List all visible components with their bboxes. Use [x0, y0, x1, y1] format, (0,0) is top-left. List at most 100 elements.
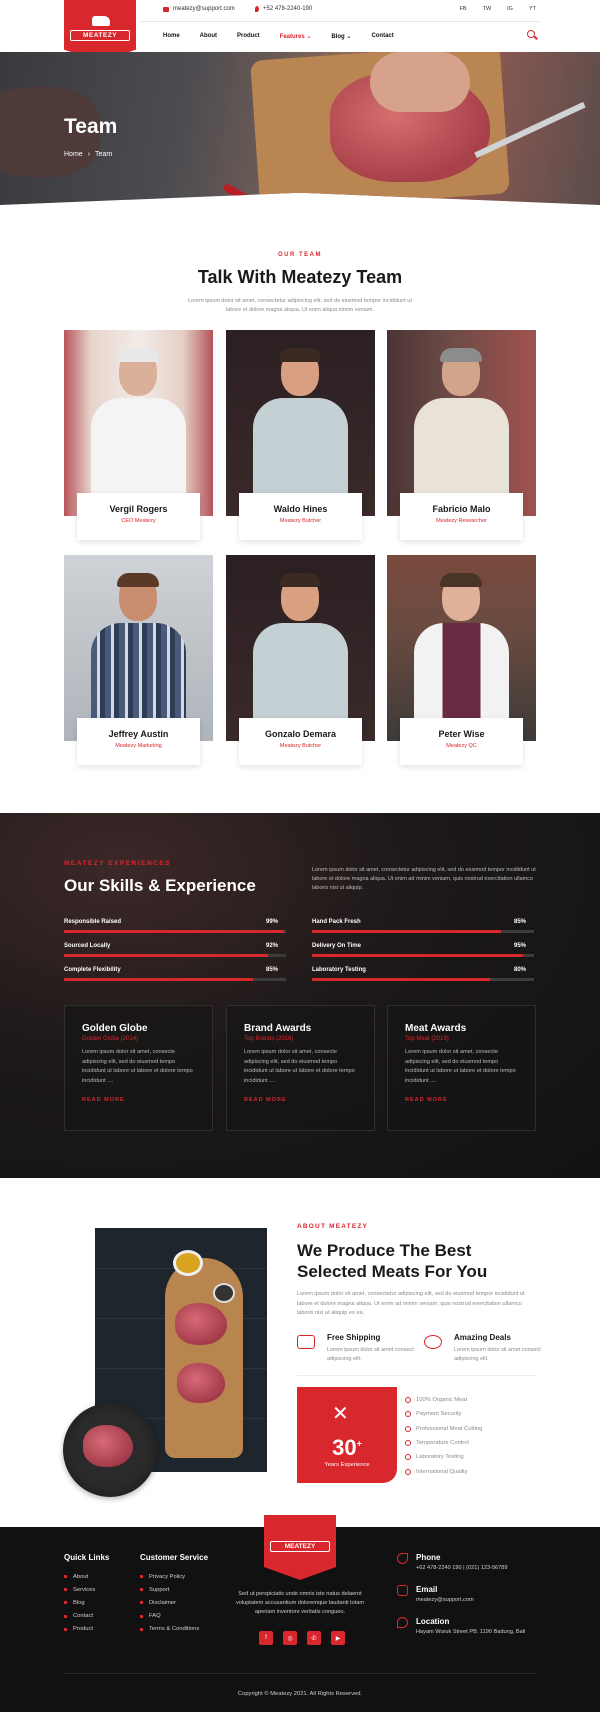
main-nav: Home About Product Features ⌄ Blog ⌄ Con… [163, 33, 394, 40]
member-role: Meatezy QC [446, 743, 477, 749]
member-name: Peter Wise [438, 729, 485, 739]
footer-link[interactable]: Support [140, 1583, 199, 1596]
spice-bowl [213, 1283, 235, 1303]
experience-label: Years Experience [324, 1462, 370, 1468]
skill-fill [64, 930, 284, 933]
footer-logo[interactable]: MEATEZY [264, 1515, 336, 1580]
skill-fill [64, 978, 253, 981]
skill-bar: Complete Flexibility 85% [64, 967, 286, 985]
team-photo [387, 555, 536, 741]
experience-box: ✕ 30+ Years Experience [297, 1387, 397, 1483]
footer-social: f ◎ ✆ ▶ [259, 1631, 345, 1645]
award-card: Meat Awards Top Meat (2019) Lorem ipsum … [387, 1005, 536, 1131]
read-more-link[interactable]: READ MORE [82, 1097, 195, 1103]
facebook-icon[interactable]: f [259, 1631, 273, 1645]
member-name: Fabricio Malo [432, 504, 491, 514]
member-role: Meatezy Butcher [279, 518, 322, 524]
skill-label: Hand Pack Fresh [312, 919, 361, 925]
header-divider [140, 21, 540, 22]
nav-blog[interactable]: Blog ⌄ [331, 33, 351, 40]
youtube-icon[interactable]: ▶ [331, 1631, 345, 1645]
feature-title: Amazing Deals [454, 1333, 511, 1342]
team-card[interactable]: Vergil Rogers CEO Meatezy [64, 330, 213, 540]
footer-link[interactable]: Blog [64, 1596, 95, 1609]
email-text: meatezy@support.com [173, 6, 235, 12]
footer-link[interactable]: Privacy Policy [140, 1570, 199, 1583]
member-role: CEO Meatezy [121, 518, 156, 524]
skill-percent: 85% [265, 967, 278, 973]
check-icon [405, 1425, 411, 1432]
social-tw-link[interactable]: TW [483, 6, 492, 12]
email-contact[interactable]: meatezy@support.com [163, 6, 235, 12]
about-title-line2: Selected Meats For You [297, 1262, 488, 1281]
member-role: Meatezy Researcher [436, 518, 487, 524]
plate-image [63, 1403, 157, 1497]
team-card[interactable]: Fabricio Malo Meatezy Researcher [387, 330, 536, 540]
skills-title: Our Skills & Experience [64, 876, 256, 895]
experience-number-value: 30 [332, 1435, 357, 1460]
member-role: Meatezy Marketing [115, 743, 162, 749]
award-card: Golden Globe Golden Globe (2014) Lorem i… [64, 1005, 213, 1131]
read-more-link[interactable]: READ MORE [405, 1097, 518, 1103]
feature-text: Lorem ipsum dolor sit amet consect adipi… [454, 1347, 541, 1362]
phone-value[interactable]: +62 478-2240 190 | (021) 123-56789 [416, 1565, 508, 1571]
breadcrumb: Home › Team [64, 151, 112, 158]
skill-percent: 80% [513, 967, 526, 973]
about-title-line1: We Produce The Best [297, 1241, 472, 1260]
social-fb-link[interactable]: FB [460, 6, 467, 12]
nav-product[interactable]: Product [237, 33, 260, 40]
skill-percent: 92% [265, 943, 278, 949]
check-icon [405, 1454, 411, 1461]
skill-bar: Laboratory Testing 80% [312, 967, 534, 985]
skill-bar: Delivery On Time 95% [312, 943, 534, 961]
social-ig-link[interactable]: IG [507, 6, 513, 12]
whatsapp-icon[interactable]: ✆ [307, 1631, 321, 1645]
breadcrumb-home[interactable]: Home [64, 151, 83, 158]
skill-fill [64, 954, 269, 957]
team-card[interactable]: Waldo Hines Meatezy Butcher [226, 330, 375, 540]
social-yt-link[interactable]: YT [529, 6, 536, 12]
footer-link[interactable]: Terms & Conditions [140, 1623, 199, 1636]
nav-contact[interactable]: Contact [371, 33, 393, 40]
truck-icon [297, 1335, 315, 1349]
location-value: Hayam Wuruk Street PB. 1190 Badung, Bali [416, 1629, 526, 1635]
location-pin-icon [397, 1617, 408, 1628]
nav-features-label: Features [279, 34, 305, 40]
nav-home[interactable]: Home [163, 33, 180, 40]
team-photo [387, 330, 536, 516]
footer-link[interactable]: About [64, 1570, 95, 1583]
award-title: Golden Globe [82, 1023, 148, 1034]
team-card[interactable]: Gonzalo Demara Meatezy Butcher [226, 555, 375, 765]
phone-contact[interactable]: +52 478-2240-190 [255, 6, 312, 12]
checklist-item: Temperature Control [405, 1436, 482, 1450]
chevron-right-icon: › [87, 151, 91, 158]
footer-logo-text: MEATEZY [270, 1541, 330, 1552]
skill-label: Complete Flexibility [64, 967, 121, 973]
oil-bowl [173, 1250, 203, 1276]
footer-link[interactable]: Disclaimer [140, 1596, 199, 1609]
team-card[interactable]: Jeffrey Austin Meatezy Marketing [64, 555, 213, 765]
read-more-link[interactable]: READ MORE [244, 1097, 357, 1103]
footer-link[interactable]: Product [64, 1623, 95, 1636]
experience-number: 30+ [297, 1435, 397, 1461]
search-icon[interactable] [527, 30, 535, 38]
footer-link[interactable]: FAQ [140, 1610, 199, 1623]
footer-link[interactable]: Services [64, 1583, 95, 1596]
location-pin-icon [255, 6, 259, 12]
nav-features[interactable]: Features ⌄ [280, 33, 312, 40]
award-subtitle: Golden Globe (2014) [82, 1036, 139, 1042]
member-name: Waldo Hines [273, 504, 328, 514]
quick-links-list: About Services Blog Contact Product [64, 1570, 95, 1636]
footer-link[interactable]: Contact [64, 1610, 95, 1623]
team-card[interactable]: Peter Wise Meatezy QC [387, 555, 536, 765]
team-photo [64, 555, 213, 741]
social-links: FB TW IG YT [460, 6, 536, 12]
email-value[interactable]: meatezy@support.com [416, 1597, 474, 1603]
member-role: Meatezy Butcher [279, 743, 322, 749]
nav-about[interactable]: About [200, 33, 217, 40]
phone-title: Phone [416, 1553, 441, 1562]
instagram-icon[interactable]: ◎ [283, 1631, 297, 1645]
skill-fill [312, 954, 523, 957]
skill-label: Laboratory Testing [312, 967, 366, 973]
award-card: Brand Awards Top Brands (2016) Lorem ips… [226, 1005, 375, 1131]
